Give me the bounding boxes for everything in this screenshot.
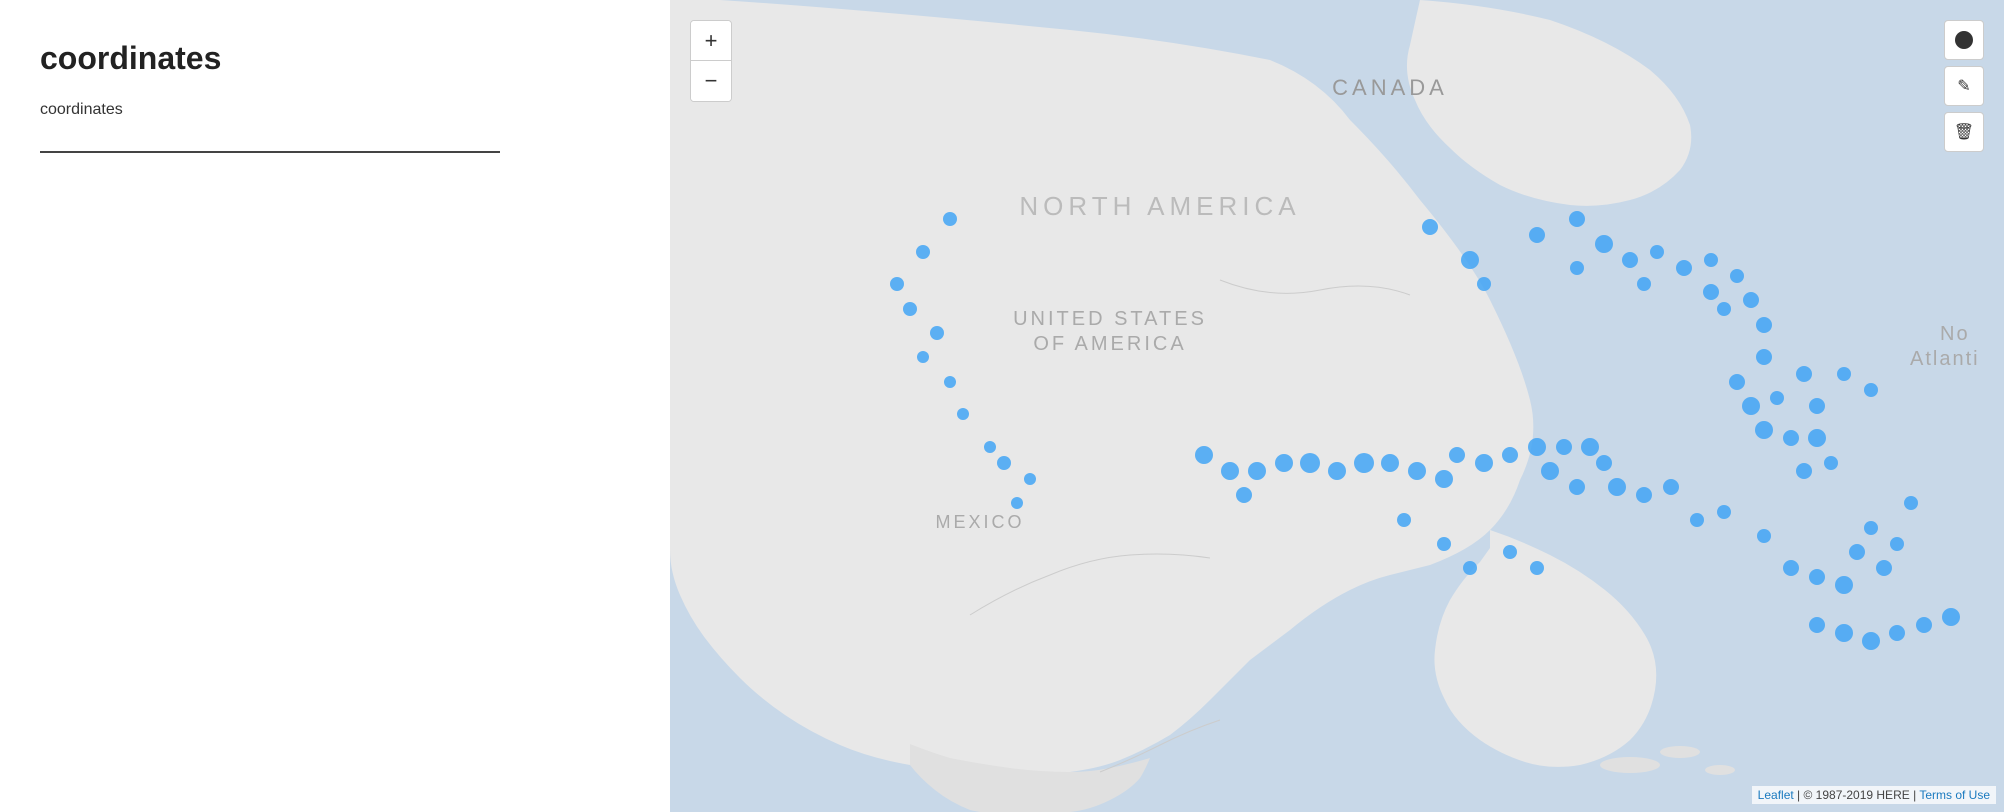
- map-container: CANADA NORTH AMERICA UNITED STATES OF AM…: [670, 0, 2004, 812]
- zoom-controls: + −: [690, 20, 732, 102]
- attribution-text: | © 1987-2019 HERE |: [1797, 788, 1919, 802]
- leaflet-link[interactable]: Leaflet: [1758, 788, 1794, 802]
- svg-text:CANADA: CANADA: [1332, 75, 1448, 100]
- page-title: coordinates: [40, 40, 630, 77]
- right-controls: ✎ 🗑: [1944, 20, 1984, 152]
- marker-button[interactable]: [1944, 20, 1984, 60]
- svg-text:No: No: [1940, 323, 1970, 345]
- circle-icon: [1955, 31, 1973, 49]
- svg-text:NORTH AMERICA: NORTH AMERICA: [1019, 191, 1300, 221]
- svg-text:OF AMERICA: OF AMERICA: [1033, 333, 1186, 355]
- delete-button[interactable]: 🗑: [1944, 112, 1984, 152]
- svg-text:Atlanti: Atlanti: [1910, 348, 1980, 370]
- svg-text:UNITED STATES: UNITED STATES: [1013, 308, 1207, 330]
- left-panel: coordinates coordinates: [0, 0, 670, 812]
- coordinates-label: coordinates: [40, 101, 630, 119]
- zoom-in-button[interactable]: +: [691, 21, 731, 61]
- svg-text:MEXICO: MEXICO: [935, 512, 1024, 532]
- coordinates-input[interactable]: [40, 125, 500, 153]
- edit-button[interactable]: ✎: [1944, 66, 1984, 106]
- map-background: CANADA NORTH AMERICA UNITED STATES OF AM…: [670, 0, 2004, 812]
- map-attribution: Leaflet | © 1987-2019 HERE | Terms of Us…: [1752, 786, 1996, 804]
- edit-icon: ✎: [1957, 76, 1970, 96]
- zoom-out-button[interactable]: −: [691, 61, 731, 101]
- trash-icon: 🗑: [1954, 122, 1974, 142]
- terms-link[interactable]: Terms of Use: [1919, 788, 1990, 802]
